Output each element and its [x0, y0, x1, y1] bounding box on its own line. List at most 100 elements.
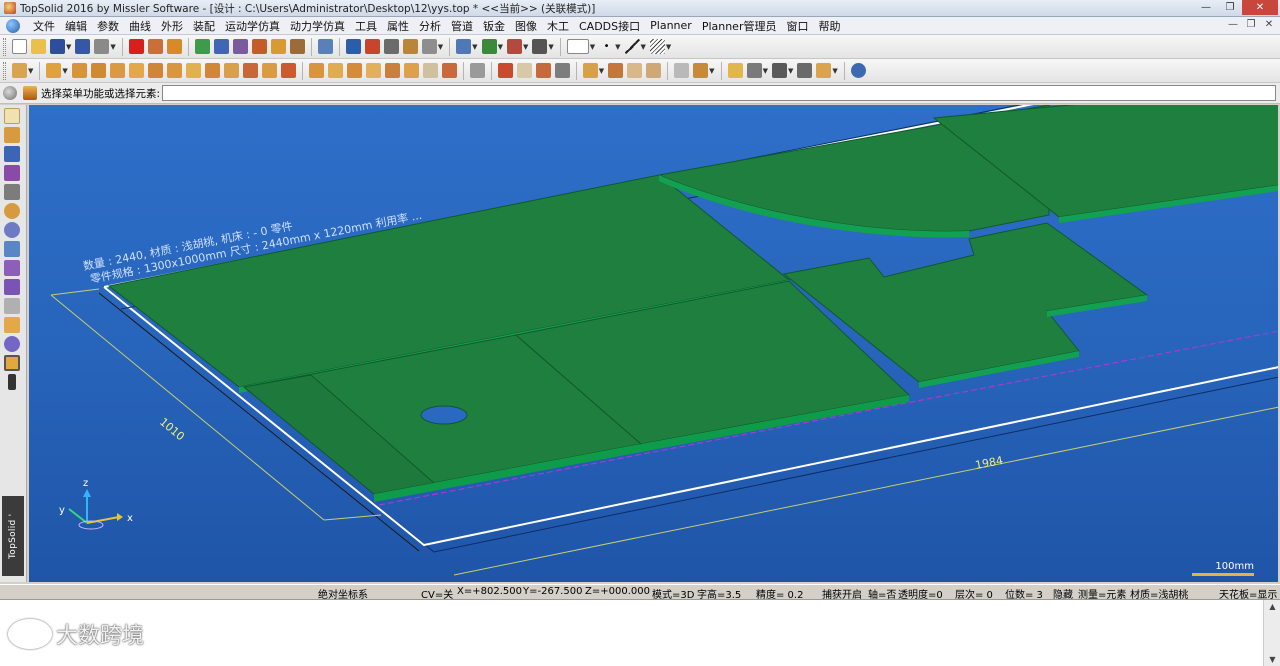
- menu-edit[interactable]: 编辑: [60, 18, 92, 34]
- view-icon[interactable]: [213, 39, 229, 54]
- copy-icon[interactable]: [674, 63, 690, 78]
- box-2-icon[interactable]: [90, 63, 106, 78]
- menu-attributes[interactable]: 属性: [382, 18, 414, 34]
- ruler-icon[interactable]: [8, 374, 16, 390]
- view-orientation-icon[interactable]: [481, 39, 497, 54]
- hardware-dropdown-icon[interactable]: ▼: [599, 67, 604, 75]
- nesting-dropdown-icon[interactable]: ▼: [788, 67, 793, 75]
- undo-icon[interactable]: [147, 39, 163, 54]
- panel-mode-icon[interactable]: [4, 355, 20, 371]
- web-help-icon[interactable]: [850, 63, 866, 78]
- line-type-icon[interactable]: [624, 39, 640, 54]
- pointer-icon[interactable]: [345, 39, 361, 54]
- dynamics-icon[interactable]: [4, 241, 20, 257]
- maximize-button[interactable]: ❐: [1218, 0, 1242, 15]
- board-dropdown-icon[interactable]: ▼: [28, 67, 33, 75]
- menu-parameters[interactable]: 参数: [92, 18, 124, 34]
- piping-icon[interactable]: [4, 279, 20, 295]
- print-dropdown-icon[interactable]: ▼: [110, 43, 115, 51]
- kinematics-icon[interactable]: [4, 222, 20, 238]
- select-icon[interactable]: [317, 39, 333, 54]
- pin-icon[interactable]: [4, 184, 20, 200]
- regenerate-icon[interactable]: [194, 39, 210, 54]
- box-5-icon[interactable]: [147, 63, 163, 78]
- joint-3-icon[interactable]: [346, 63, 362, 78]
- box-11-icon[interactable]: [280, 63, 296, 78]
- command-options-icon[interactable]: [3, 86, 17, 100]
- toolbar-grip[interactable]: [3, 61, 6, 80]
- line-type-dropdown-icon[interactable]: ▼: [641, 43, 646, 51]
- menu-tools[interactable]: 工具: [350, 18, 382, 34]
- attributes-icon[interactable]: [383, 39, 399, 54]
- save-icon[interactable]: [50, 39, 65, 54]
- display-icon[interactable]: [532, 39, 548, 54]
- joint-8-icon[interactable]: [441, 63, 457, 78]
- box-7-icon[interactable]: [185, 63, 201, 78]
- close-button[interactable]: ✕: [1242, 0, 1278, 15]
- box-6-icon[interactable]: [166, 63, 182, 78]
- box-3-icon[interactable]: [109, 63, 125, 78]
- menu-shapes[interactable]: 外形: [156, 18, 188, 34]
- parameters-icon[interactable]: [232, 39, 248, 54]
- export-icon[interactable]: [797, 63, 813, 78]
- document-menu-icon[interactable]: [6, 18, 20, 33]
- hammer-icon[interactable]: [251, 39, 267, 54]
- joint-5-icon[interactable]: [384, 63, 400, 78]
- doc-minimize-button[interactable]: —: [1226, 18, 1240, 32]
- doc-close-button[interactable]: ✕: [1262, 18, 1276, 32]
- zoom-dropdown-icon[interactable]: ▼: [472, 43, 477, 51]
- joint-7-icon[interactable]: [422, 63, 438, 78]
- sketch-icon[interactable]: [4, 108, 20, 124]
- pencil-icon[interactable]: [204, 63, 220, 78]
- hatch-dropdown-icon[interactable]: ▼: [666, 43, 671, 51]
- properties-icon[interactable]: [75, 39, 91, 54]
- scissors-icon[interactable]: [364, 39, 380, 54]
- panel-dropdown-icon[interactable]: ▼: [62, 67, 67, 75]
- menu-sheetmetal[interactable]: 钣金: [478, 18, 510, 34]
- view-dropdown-icon[interactable]: ▼: [498, 43, 503, 51]
- menu-help[interactable]: 帮助: [813, 18, 845, 34]
- menu-window[interactable]: 窗口: [781, 18, 813, 34]
- report-icon[interactable]: [746, 63, 762, 78]
- filter-dropdown-icon[interactable]: ▼: [438, 43, 443, 51]
- tools-icon[interactable]: [270, 39, 286, 54]
- box-10-icon[interactable]: [261, 63, 277, 78]
- nesting-icon[interactable]: [771, 63, 787, 78]
- 3d-viewport[interactable]: 数量 : 2440, 材质 : 浅胡桃, 机床 : - 0 零件 零件规格 : …: [29, 105, 1278, 582]
- move-icon[interactable]: [693, 63, 709, 78]
- render-sphere-icon[interactable]: [4, 336, 20, 352]
- menu-cadds[interactable]: CADDS接口: [574, 18, 645, 34]
- zoom-icon[interactable]: [456, 39, 472, 54]
- point-style-dropdown-icon[interactable]: ▼: [615, 43, 620, 51]
- report-dropdown-icon[interactable]: ▼: [763, 67, 768, 75]
- filter-icon[interactable]: [421, 39, 437, 54]
- layer-icon[interactable]: [402, 39, 418, 54]
- menu-wood[interactable]: 木工: [542, 18, 574, 34]
- joint-4-icon[interactable]: [365, 63, 381, 78]
- menu-planner-admin[interactable]: Planner管理员: [697, 18, 782, 34]
- menu-planner[interactable]: Planner: [645, 19, 697, 32]
- curve-icon[interactable]: [4, 127, 20, 143]
- hole-icon[interactable]: [516, 63, 532, 78]
- joint-icon[interactable]: [308, 63, 324, 78]
- edge-band-icon[interactable]: [554, 63, 570, 78]
- scroll-up-icon[interactable]: ▲: [1264, 600, 1280, 614]
- solid-icon[interactable]: [4, 146, 20, 162]
- box-8-icon[interactable]: [223, 63, 239, 78]
- joint-6-icon[interactable]: [403, 63, 419, 78]
- groove-icon[interactable]: [535, 63, 551, 78]
- hatch-icon[interactable]: [649, 39, 665, 54]
- joint-2-icon[interactable]: [327, 63, 343, 78]
- print-icon[interactable]: [94, 39, 110, 54]
- wood-icon[interactable]: [4, 317, 20, 333]
- render-dropdown-icon[interactable]: ▼: [523, 43, 528, 51]
- box-icon[interactable]: [71, 63, 87, 78]
- menu-image[interactable]: 图像: [510, 18, 542, 34]
- assembly-icon[interactable]: [4, 203, 20, 219]
- shape-icon[interactable]: [4, 165, 20, 181]
- delete-icon[interactable]: [128, 39, 144, 54]
- menu-assembly[interactable]: 装配: [188, 18, 220, 34]
- door-icon[interactable]: [627, 63, 643, 78]
- cut-list-dropdown-icon[interactable]: ▼: [832, 67, 837, 75]
- toolbar-grip[interactable]: [3, 37, 6, 56]
